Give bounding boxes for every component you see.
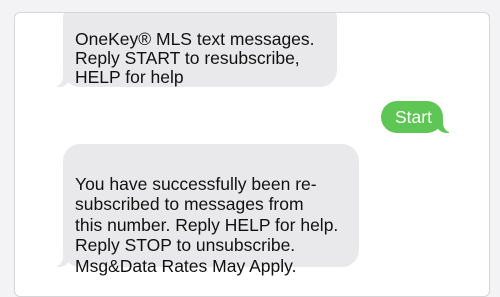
message-text: OneKey® MLS text messages. Reply START t… — [75, 29, 315, 87]
message-thread: OneKey® MLS text messages. Reply START t… — [14, 12, 490, 297]
message-text: You have successfully been re- subscribe… — [75, 173, 339, 276]
bubble-tail — [435, 119, 455, 133]
message-text: Start — [395, 107, 432, 127]
incoming-message-bubble[interactable]: OneKey® MLS text messages. Reply START t… — [51, 13, 337, 87]
bubble-tail — [51, 253, 71, 267]
bubble-tail — [51, 73, 71, 87]
outgoing-message-bubble[interactable]: Start — [381, 101, 455, 133]
incoming-message-bubble[interactable]: You have successfully been re- subscribe… — [51, 144, 359, 276]
